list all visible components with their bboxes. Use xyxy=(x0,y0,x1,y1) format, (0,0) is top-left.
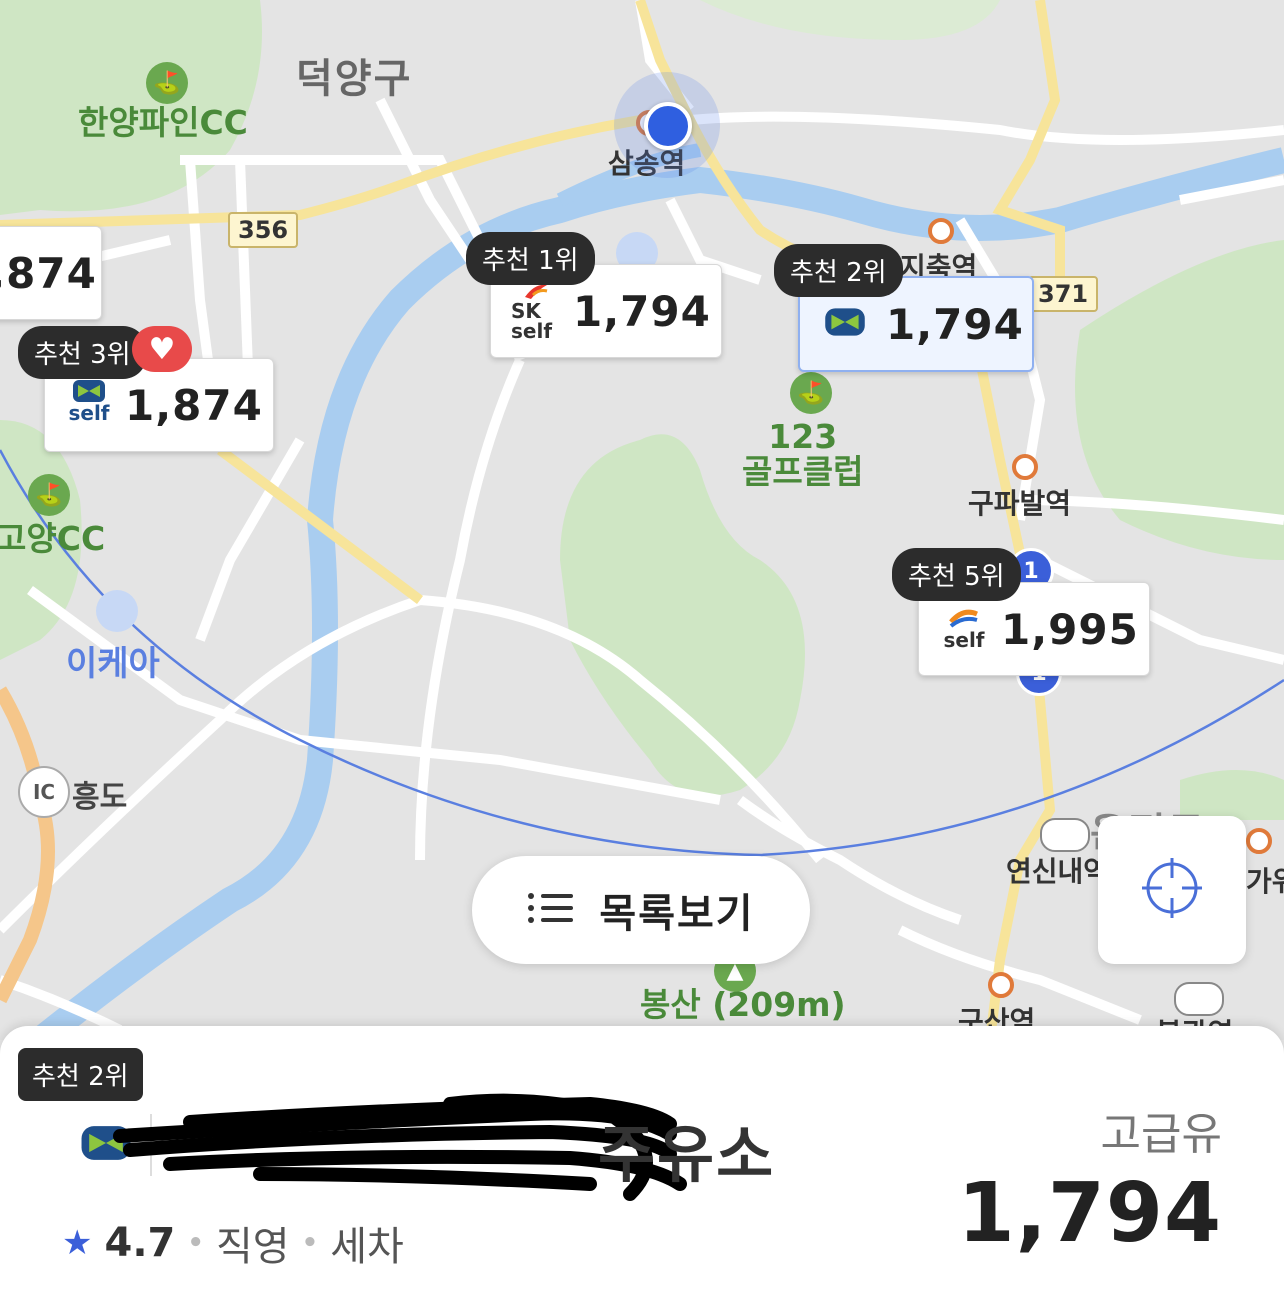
brand-label: self xyxy=(943,628,985,652)
rank-badge: 추천 2위 xyxy=(774,244,903,297)
brand-label: self xyxy=(68,401,110,425)
station-name: 주유소 xyxy=(598,1118,776,1191)
brand-logo-icon: self xyxy=(939,608,989,650)
heart-icon[interactable]: ♥ xyxy=(132,326,192,372)
brand-label: SK self xyxy=(511,299,553,343)
tag-carwash: 세차 xyxy=(330,1224,404,1270)
station-icon xyxy=(1246,828,1272,854)
list-view-button[interactable]: 목록보기 xyxy=(472,856,810,964)
station-label-yeonsinnae[interactable]: 연신내역 xyxy=(1006,850,1109,890)
separator-dot: • xyxy=(187,1228,204,1258)
transfer-station-icon xyxy=(1174,982,1224,1016)
station-icon xyxy=(1012,454,1038,480)
price-card[interactable]: 1,874 xyxy=(0,226,102,320)
golf-icon: ⛳ xyxy=(28,474,70,516)
rank-badge: 추천 1위 xyxy=(466,232,595,285)
place-label-bongsan[interactable]: 봉산 (209m) xyxy=(640,987,846,1023)
rank-badge: 추천 5위 xyxy=(892,548,1021,601)
tag-direct: 직영 xyxy=(215,1224,290,1270)
golf-icon: ⛳ xyxy=(146,62,188,104)
station-label-gupabal[interactable]: 구파발역 xyxy=(968,482,1071,522)
station-meta: ★ 4.7 • 직영 • 세차 xyxy=(62,1214,404,1272)
map-view[interactable]: 덕양구 은평구 356 371 ⛳ 한양파인CC ⛳ 고양CC ⛳ 123 골프… xyxy=(0,0,1284,1040)
list-icon xyxy=(527,890,575,930)
price-card-price: 1,874 xyxy=(0,248,97,298)
current-location-button[interactable] xyxy=(1098,816,1246,964)
price-card-price: 1,995 xyxy=(1001,604,1139,654)
ic-icon: IC xyxy=(18,766,70,818)
brand-logo-icon xyxy=(824,307,866,341)
price-card-price: 1,874 xyxy=(125,380,263,430)
sk-logo-icon: SK self xyxy=(511,281,561,341)
rank-badge: 추천 3위 xyxy=(18,326,147,379)
fuel-type-label: 고급유 xyxy=(1100,1109,1222,1160)
golf-icon: ⛳ xyxy=(790,372,832,414)
station-detail-sheet[interactable]: 추천 2위 주유소 ★ 4.7 • 직영 • 세차 고급유 1,794 xyxy=(0,1026,1284,1299)
place-label-goyang-cc[interactable]: 고양CC xyxy=(0,521,105,557)
rating-value: 4.7 xyxy=(104,1220,176,1266)
brand-logo-icon: self xyxy=(65,379,113,431)
price-card-price: 1,794 xyxy=(573,286,711,336)
district-label: 덕양구 xyxy=(296,56,413,102)
transfer-station-icon xyxy=(1040,818,1090,852)
place-label-heungdo[interactable]: 흥도 xyxy=(72,772,127,816)
shopping-icon xyxy=(96,590,138,632)
separator-dot: • xyxy=(301,1228,319,1258)
road-shield-371: 371 xyxy=(1028,276,1099,312)
place-label-hanyang-pine[interactable]: 한양파인CC xyxy=(78,105,248,141)
price-card-price: 1,794 xyxy=(886,299,1024,349)
place-label-123-golf[interactable]: 123 골프클럽 xyxy=(742,419,863,489)
sheet-price: 1,794 xyxy=(957,1166,1222,1261)
station-icon xyxy=(928,218,954,244)
place-label-ikea[interactable]: 이케아 xyxy=(66,636,160,685)
current-location-dot xyxy=(644,102,692,150)
station-label-partial[interactable]: 가위 xyxy=(1246,860,1284,900)
road-shield-356: 356 xyxy=(228,212,299,248)
station-icon xyxy=(988,972,1014,998)
list-view-label: 목록보기 xyxy=(599,891,755,937)
crosshair-icon xyxy=(1140,856,1204,924)
star-icon: ★ xyxy=(62,1223,93,1263)
